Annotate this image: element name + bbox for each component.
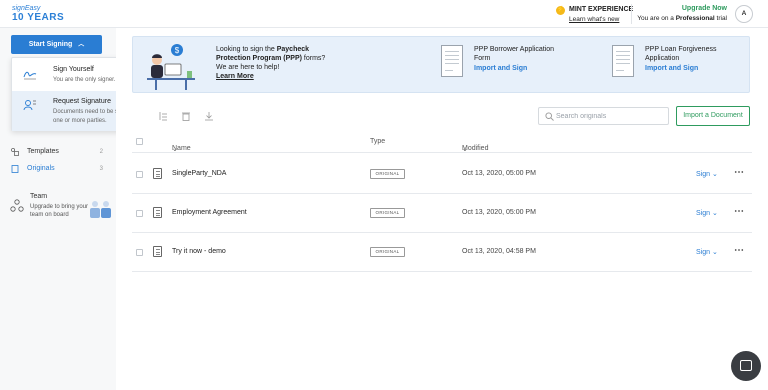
table-row[interactable]: SingleParty_NDA ORIGINAL Oct 13, 2020, 0… (132, 155, 752, 194)
document-icon (153, 168, 162, 179)
import-and-sign-link[interactable]: Import and Sign (645, 65, 698, 72)
learn-whats-new-link[interactable]: Learn what's new (569, 16, 619, 23)
search-box (538, 107, 669, 125)
row-checkbox[interactable] (136, 210, 143, 217)
templates-icon (11, 148, 19, 156)
lightning-icon: ⚡ (556, 6, 565, 15)
sidebar-item-count: 2 (99, 149, 103, 155)
signeasy-logo[interactable]: signEasy 10 YEARS (12, 4, 65, 23)
card-title: PPP Borrower Application Form (474, 46, 555, 62)
start-signing-button[interactable]: Start Signing ︿ (11, 35, 102, 54)
document-thumbnail-icon (612, 45, 634, 77)
request-signature-icon (23, 100, 36, 111)
sign-label: Sign (696, 210, 711, 217)
sidebar-item-templates[interactable]: Templates 2 (0, 144, 112, 160)
ppp-borrower-card: PPP Borrower Application Form Import and… (441, 44, 571, 84)
svg-text:$: $ (175, 46, 180, 55)
sidebar-item-originals[interactable]: Originals 3 (0, 161, 112, 177)
type-badge: ORIGINAL (370, 169, 405, 179)
sign-dropdown[interactable]: Sign ⌄ (696, 170, 718, 178)
ppp-banner: $ Looking to sign the Paycheck Protectio… (132, 36, 750, 93)
sidebar-item-label: Originals (27, 165, 55, 172)
document-icon (153, 207, 162, 218)
signature-icon (23, 71, 37, 80)
more-options-icon[interactable]: ⋯ (734, 245, 744, 256)
sign-dropdown[interactable]: Sign ⌄ (696, 248, 718, 256)
document-thumbnail-icon (441, 45, 463, 77)
import-and-sign-link[interactable]: Import and Sign (474, 65, 527, 72)
card-title: PPP Loan Forgiveness Application (645, 46, 717, 62)
team-upgrade[interactable]: Team Upgrade to bring your team on board (10, 193, 114, 227)
search-icon (545, 112, 554, 121)
top-header: signEasy 10 YEARS ⚡ MINT EXPERIENCE Lear… (0, 0, 768, 28)
modified-date: Oct 13, 2020, 04:58 PM (462, 248, 536, 255)
chevron-down-icon: ⌄ (172, 146, 178, 153)
column-type-header: Type (370, 138, 386, 145)
upgrade-area: Upgrade Now You are on a Professional tr… (637, 5, 727, 22)
sidebar-item-count: 3 (99, 166, 103, 172)
row-checkbox[interactable] (136, 171, 143, 178)
select-all-checkbox[interactable] (136, 138, 143, 145)
team-subtitle: Upgrade to bring your team on board (30, 204, 89, 218)
upgrade-now-link[interactable]: Upgrade Now (637, 5, 727, 12)
search-input[interactable] (556, 108, 666, 124)
team-title: Team (30, 193, 48, 200)
banner-message: Looking to sign the Paycheck Protection … (216, 45, 336, 81)
row-checkbox[interactable] (136, 249, 143, 256)
person-at-desk-illustration: $ (147, 44, 195, 90)
trial-suffix: trial (714, 15, 727, 22)
sign-dropdown[interactable]: Sign ⌄ (696, 209, 718, 217)
avatar[interactable]: A (735, 5, 753, 23)
chevron-up-icon: ︿ (78, 42, 85, 48)
learn-more-link[interactable]: Learn More (216, 72, 336, 81)
team-illustration (90, 201, 111, 218)
table-row[interactable]: Try it now - demo ORIGINAL Oct 13, 2020,… (132, 233, 752, 272)
mint-title: MINT EXPERIENCE (569, 6, 634, 13)
chevron-down-icon: ⌄ (711, 249, 718, 256)
chat-support-button[interactable] (731, 351, 761, 381)
table-row[interactable]: Employment Agreement ORIGINAL Oct 13, 20… (132, 194, 752, 233)
modified-date: Oct 13, 2020, 05:00 PM (462, 170, 536, 177)
originals-icon (11, 165, 19, 173)
chevron-down-icon: ⌄ (462, 146, 468, 153)
header-divider (631, 4, 632, 24)
trial-status: You are on a Professional trial (637, 15, 727, 22)
more-options-icon[interactable]: ⋯ (734, 167, 744, 178)
chevron-down-icon: ⌄ (711, 210, 718, 217)
banner-text-pre: Looking to sign the (216, 46, 277, 53)
type-badge: ORIGINAL (370, 247, 405, 257)
document-name[interactable]: Try it now - demo (172, 248, 226, 255)
logo-anniversary: 10 YEARS (12, 12, 65, 23)
document-name[interactable]: SingleParty_NDA (172, 170, 226, 177)
type-badge: ORIGINAL (370, 208, 405, 218)
trash-icon[interactable] (181, 111, 191, 121)
start-signing-label: Start Signing (28, 41, 73, 48)
sidebar-item-label: Templates (27, 148, 59, 155)
sign-label: Sign (696, 171, 711, 178)
chat-bubble-icon (740, 360, 752, 371)
trial-plan: Professional (675, 15, 715, 22)
menu-item-title: Sign Yourself (53, 66, 94, 73)
modified-date: Oct 13, 2020, 05:00 PM (462, 209, 536, 216)
trial-prefix: You are on a (637, 15, 676, 22)
chevron-down-icon: ⌄ (711, 171, 718, 178)
ppp-loan-forgiveness-card: PPP Loan Forgiveness Application Import … (612, 44, 742, 84)
download-icon[interactable] (204, 111, 214, 121)
sort-icon[interactable] (158, 111, 168, 121)
document-icon (153, 246, 162, 257)
menu-item-title: Request Signature (53, 98, 111, 105)
sign-label: Sign (696, 249, 711, 256)
more-options-icon[interactable]: ⋯ (734, 206, 744, 217)
document-name[interactable]: Employment Agreement (172, 209, 247, 216)
team-icon (10, 199, 24, 212)
table-header: Name ⌄ Type Modified ⌄ (132, 131, 752, 153)
import-document-button[interactable]: Import a Document (676, 106, 750, 126)
main-content: $ Looking to sign the Paycheck Protectio… (116, 28, 768, 390)
